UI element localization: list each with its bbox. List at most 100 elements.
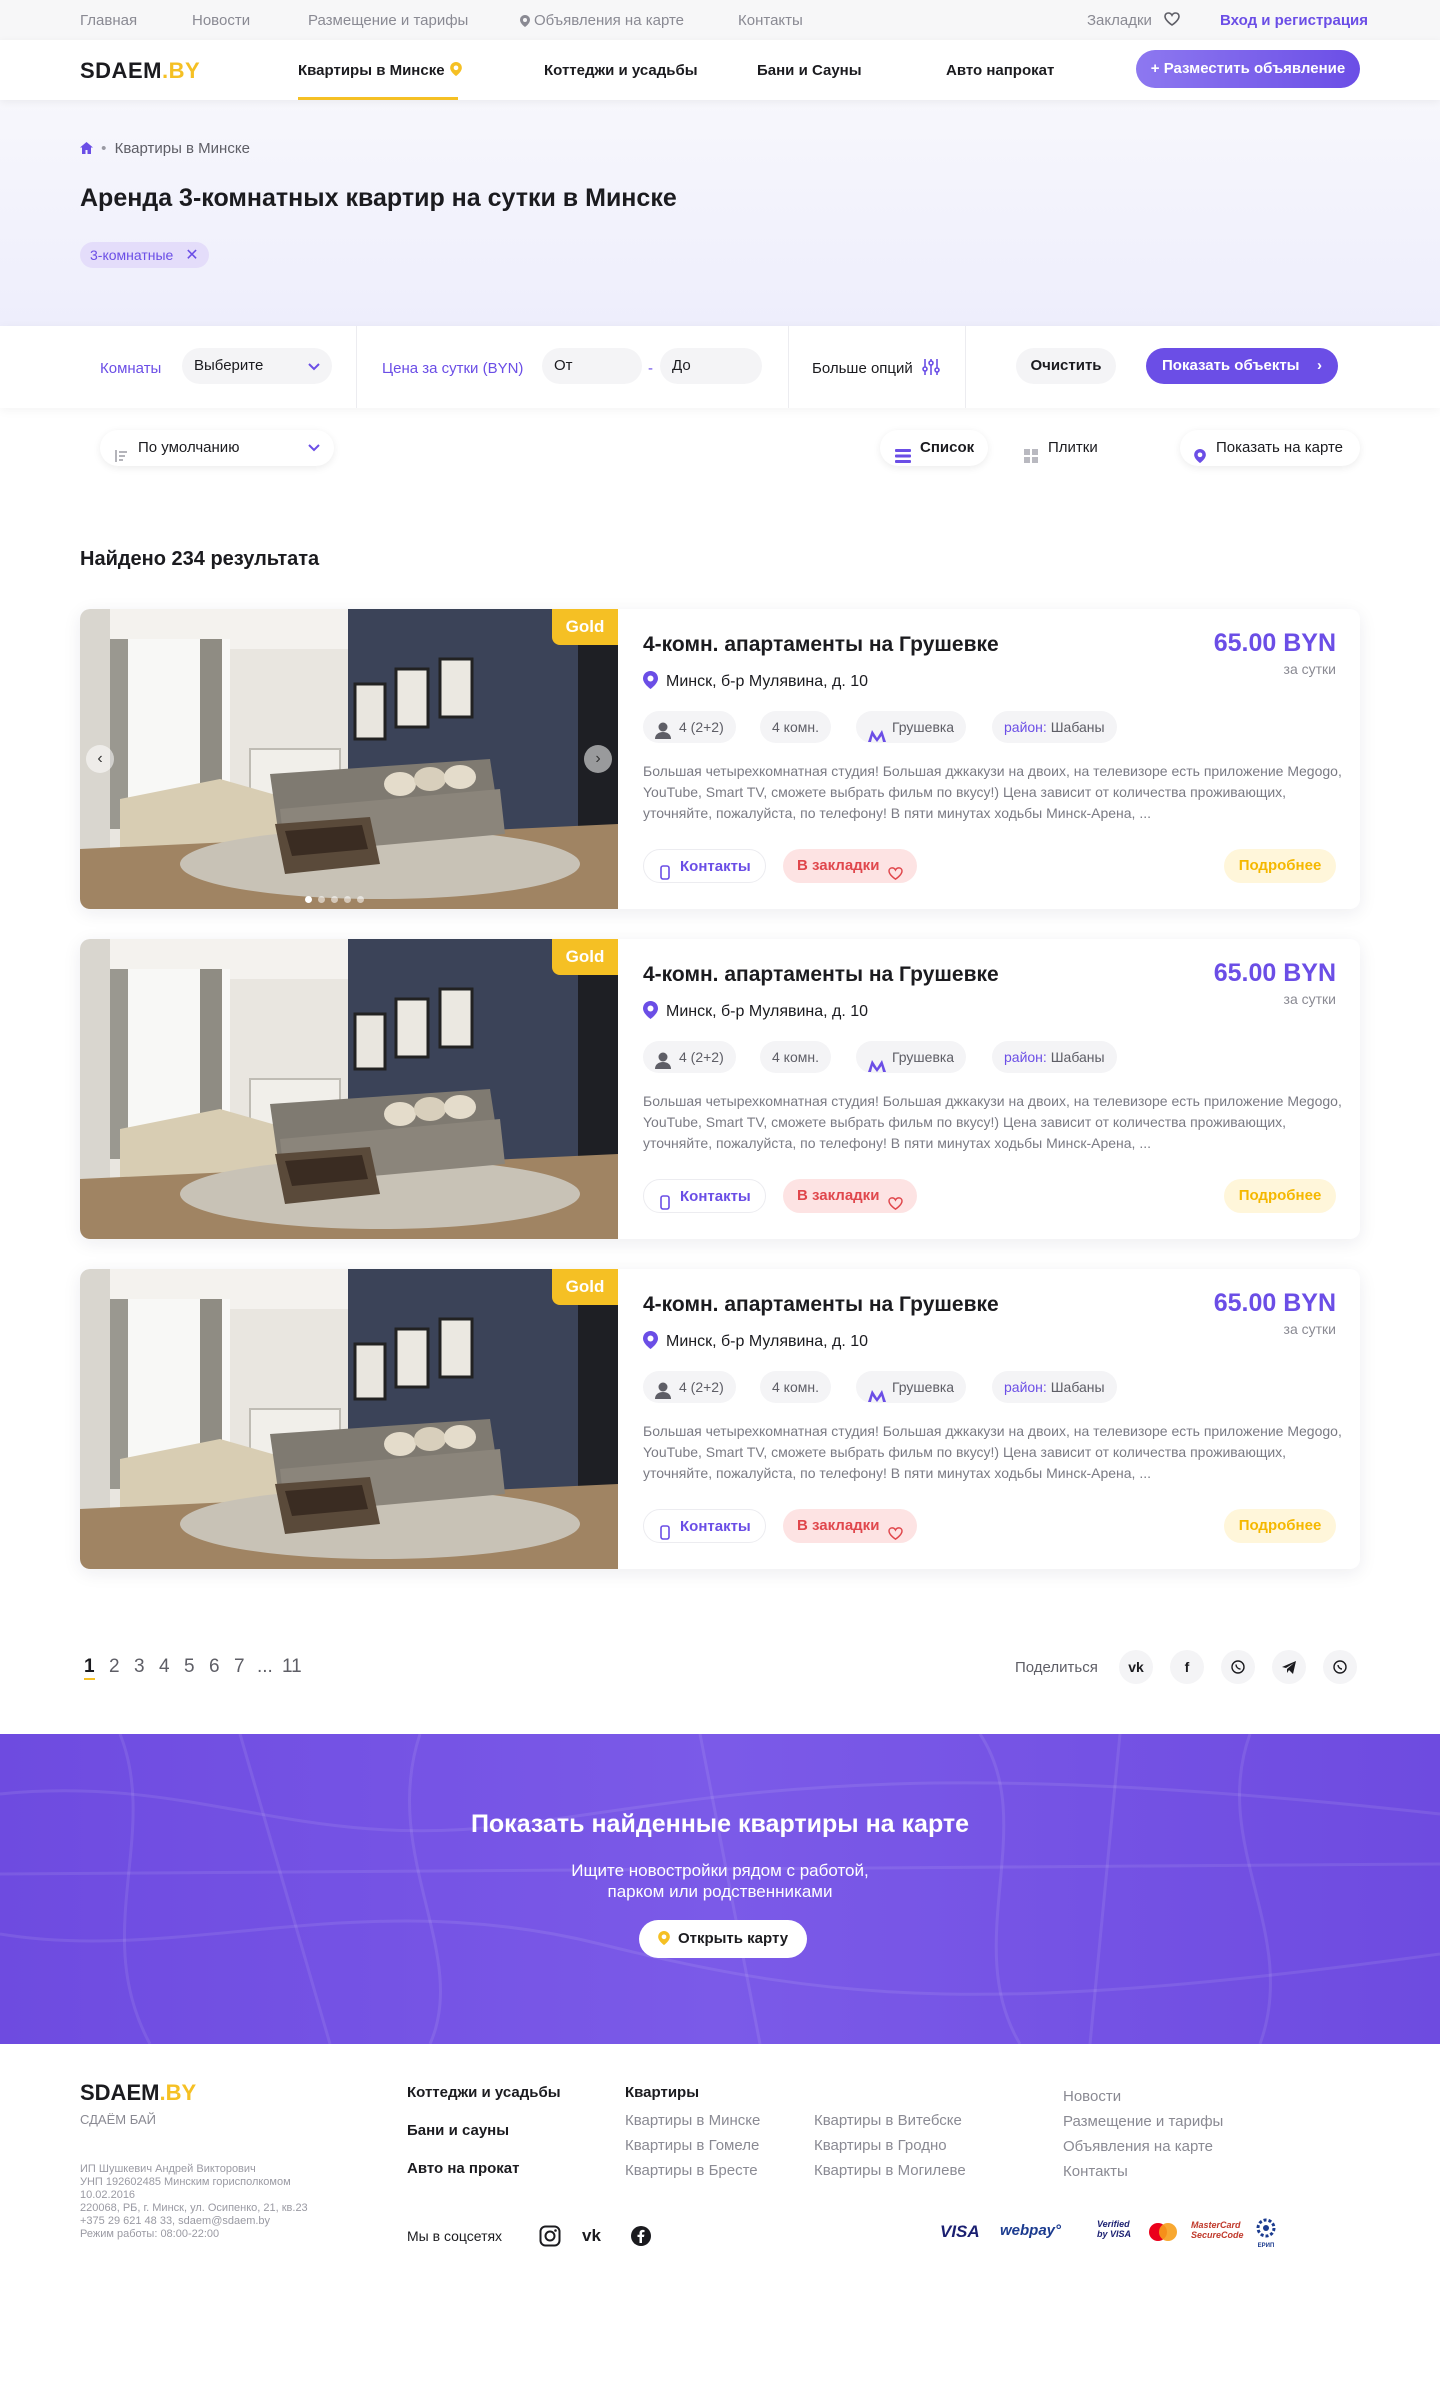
page-link[interactable]: 11 xyxy=(282,1656,302,1678)
telegram-icon[interactable] xyxy=(1272,1650,1306,1684)
bookmark-label: В закладки xyxy=(797,1187,880,1204)
carousel-dot[interactable] xyxy=(305,896,312,903)
clear-button[interactable]: Очистить xyxy=(1016,348,1116,384)
footer-link-cottages[interactable]: Коттеджи и усадьбы xyxy=(407,2084,561,2101)
bookmark-button[interactable]: В закладки xyxy=(783,1179,918,1213)
details-button[interactable]: Подробнее xyxy=(1224,849,1336,883)
footer-link-cars[interactable]: Авто на прокат xyxy=(407,2160,520,2177)
map-pin-icon xyxy=(643,1001,658,1024)
rooms-select[interactable]: Выберите xyxy=(182,348,332,384)
chevron-left-icon[interactable]: ‹ xyxy=(86,745,114,773)
district-tag: район: Шабаны xyxy=(992,1041,1117,1073)
top-link-map-ads[interactable]: Объявления на карте xyxy=(534,12,684,29)
open-map-button[interactable]: Открыть карту xyxy=(639,1920,807,1958)
home-icon[interactable] xyxy=(80,141,93,158)
listing-card[interactable]: Gold 4-комн. апартаменты на Грушевке 65.… xyxy=(80,1269,1360,1569)
listing-title[interactable]: 4-комн. апартаменты на Грушевке xyxy=(643,963,999,987)
sliders-icon[interactable] xyxy=(922,358,940,381)
map-pin-icon xyxy=(520,14,530,31)
footer-link-apartments[interactable]: Квартиры в Бресте xyxy=(625,2162,758,2179)
page-link[interactable]: 2 xyxy=(109,1656,120,1678)
show-on-map-button[interactable]: Показать на карте xyxy=(1180,430,1360,466)
filter-chip[interactable]: 3-комнатные ✕ xyxy=(80,242,209,268)
price-period: за сутки xyxy=(1283,991,1336,1007)
viber-icon[interactable] xyxy=(1221,1650,1255,1684)
footer-link-contacts[interactable]: Контакты xyxy=(1063,2163,1128,2180)
nav-car-rental[interactable]: Авто напрокат xyxy=(946,62,1054,79)
footer-link-map-ads[interactable]: Объявления на карте xyxy=(1063,2138,1213,2155)
listing-photo[interactable]: Gold xyxy=(80,939,618,1239)
contacts-button[interactable]: Контакты xyxy=(643,849,766,883)
post-ad-button[interactable]: + Разместить объявление xyxy=(1136,50,1360,88)
carousel-dot[interactable] xyxy=(344,896,351,903)
top-link-contacts[interactable]: Контакты xyxy=(738,12,803,29)
divider xyxy=(356,326,357,408)
vk-icon[interactable]: vk xyxy=(582,2226,601,2246)
instagram-icon[interactable] xyxy=(539,2225,561,2252)
footer-link-apartments[interactable]: Квартиры в Могилеве xyxy=(814,2162,966,2179)
page-link[interactable]: 1 xyxy=(84,1656,95,1680)
breadcrumb-current[interactable]: Квартиры в Минске xyxy=(115,140,250,157)
top-link-home[interactable]: Главная xyxy=(80,12,137,29)
heart-icon[interactable] xyxy=(1164,12,1180,30)
chevron-right-icon[interactable]: › xyxy=(584,745,612,773)
listing-title[interactable]: 4-комн. апартаменты на Грушевке xyxy=(643,1293,999,1317)
page-link[interactable]: 4 xyxy=(159,1656,170,1678)
details-button[interactable]: Подробнее xyxy=(1224,1179,1336,1213)
guests-value: 4 (2+2) xyxy=(679,1049,724,1065)
details-button[interactable]: Подробнее xyxy=(1224,1509,1336,1543)
map-pin-icon xyxy=(1194,441,1206,477)
price-to-input[interactable]: До xyxy=(660,348,762,384)
nav-saunas[interactable]: Бани и Сауны xyxy=(757,62,862,79)
footer-link-apartments[interactable]: Квартиры в Гомеле xyxy=(625,2137,759,2154)
footer-apartments-title: Квартиры xyxy=(625,2084,700,2101)
map-banner-title: Показать найденные квартиры на карте xyxy=(470,1810,970,1838)
carousel-dot[interactable] xyxy=(318,896,325,903)
bookmark-button[interactable]: В закладки xyxy=(783,1509,918,1543)
footer-link-pricing[interactable]: Размещение и тарифы xyxy=(1063,2113,1223,2130)
page-link[interactable]: 5 xyxy=(184,1656,195,1678)
view-tiles-button[interactable]: Плитки xyxy=(1022,430,1098,466)
top-link-news[interactable]: Новости xyxy=(192,12,250,29)
page-link[interactable]: 7 xyxy=(234,1656,245,1678)
contacts-button[interactable]: Контакты xyxy=(643,1179,766,1213)
gold-badge: Gold xyxy=(552,1269,618,1305)
listing-card[interactable]: Gold ‹ › 4-комн. апартаменты на Грушевке… xyxy=(80,609,1360,909)
page-link[interactable]: 6 xyxy=(209,1656,220,1678)
carousel-dot[interactable] xyxy=(357,896,364,903)
contacts-button[interactable]: Контакты xyxy=(643,1509,766,1543)
footer-logo[interactable]: SDAEM.BY xyxy=(80,2080,196,2106)
nav-apartments-minsk[interactable]: Квартиры в Минске xyxy=(298,62,445,79)
footer-link-saunas[interactable]: Бани и сауны xyxy=(407,2122,509,2139)
bookmarks-link[interactable]: Закладки xyxy=(1087,12,1152,29)
vk-icon[interactable]: vk xyxy=(1119,1650,1153,1684)
show-objects-button[interactable]: Показать объекты › xyxy=(1146,348,1338,384)
contacts-label: Контакты xyxy=(680,858,751,875)
view-list-button[interactable]: Список xyxy=(880,430,988,466)
footer-link-news[interactable]: Новости xyxy=(1063,2088,1121,2105)
guests-tag: 4 (2+2) xyxy=(643,1371,736,1403)
facebook-icon[interactable] xyxy=(630,2225,652,2252)
price-from-input[interactable]: От xyxy=(542,348,642,384)
listing-card[interactable]: Gold 4-комн. апартаменты на Грушевке 65.… xyxy=(80,939,1360,1239)
footer-link-apartments[interactable]: Квартиры в Минске xyxy=(625,2112,760,2129)
nav-cottages[interactable]: Коттеджи и усадьбы xyxy=(544,62,698,79)
whatsapp-icon[interactable] xyxy=(1323,1650,1357,1684)
logo[interactable]: SDAEM.BY xyxy=(80,58,200,84)
sort-select[interactable]: По умолчанию xyxy=(100,430,334,466)
top-link-pricing[interactable]: Размещение и тарифы xyxy=(308,12,468,29)
carousel-dot[interactable] xyxy=(331,896,338,903)
page-link[interactable]: 3 xyxy=(134,1656,145,1678)
listing-photo[interactable]: Gold ‹ › xyxy=(80,609,618,909)
bookmark-button[interactable]: В закладки xyxy=(783,849,918,883)
listing-title[interactable]: 4-комн. апартаменты на Грушевке xyxy=(643,633,999,657)
metro-tag: Грушевка xyxy=(856,711,967,743)
listing-photo[interactable]: Gold xyxy=(80,1269,618,1569)
footer-link-apartments[interactable]: Квартиры в Витебске xyxy=(814,2112,962,2129)
close-icon[interactable]: ✕ xyxy=(185,247,198,264)
facebook-icon[interactable]: f xyxy=(1170,1650,1204,1684)
login-link[interactable]: Вход и регистрация xyxy=(1220,12,1368,29)
more-options-button[interactable]: Больше опций xyxy=(812,360,913,377)
metro-icon xyxy=(868,1381,886,1413)
footer-link-apartments[interactable]: Квартиры в Гродно xyxy=(814,2137,947,2154)
